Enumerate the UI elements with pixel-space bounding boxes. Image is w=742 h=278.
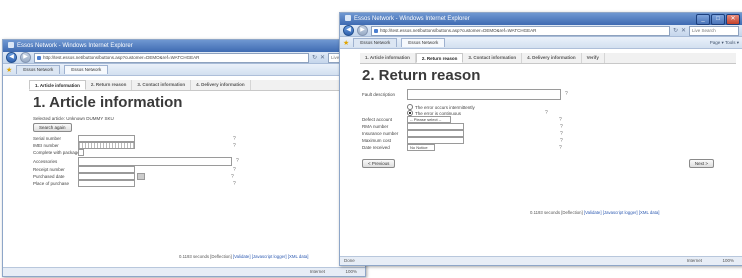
browser-window-article: Essos Network - Windows Internet Explore…: [2, 39, 366, 277]
browser-tab[interactable]: Essos Network: [64, 65, 109, 74]
stop-icon[interactable]: ✕: [320, 54, 325, 61]
step-4[interactable]: 4. Delivery information: [522, 53, 582, 63]
previous-button[interactable]: < Previous: [362, 159, 396, 168]
validate-link[interactable]: [Validate]: [584, 210, 602, 215]
place-of-purchase-input[interactable]: [78, 180, 135, 187]
field-label: Receipt number: [33, 167, 65, 172]
receipt-number-input[interactable]: [78, 166, 135, 173]
title-bar: Essos Network - Windows Internet Explore…: [340, 13, 742, 25]
favorites-tab[interactable]: Essos Network: [16, 65, 61, 74]
favorites-star-icon[interactable]: ★: [6, 66, 12, 74]
address-input[interactable]: http://test.essos.net/buttons/buttons.as…: [34, 52, 309, 63]
window-controls: _ □ ✕: [696, 14, 740, 25]
purchased-date-input[interactable]: [78, 173, 135, 180]
browser-window-return: Essos Network - Windows Internet Explore…: [339, 12, 742, 266]
refresh-icon[interactable]: ↻: [673, 27, 678, 34]
footer-info: 0.1193 seconds [Deflection] [Validate] […: [179, 254, 309, 259]
step-1[interactable]: 1. Article information: [360, 53, 416, 63]
field-label: Insurance number: [362, 131, 399, 136]
page-tools-menu[interactable]: Page ▾ Tools ▾: [710, 40, 739, 46]
wizard-steps: 1. Article information 2. Return reason …: [360, 53, 736, 64]
xml-data-link[interactable]: [XML data]: [288, 254, 309, 259]
date-received-select[interactable]: No Notice: [407, 144, 435, 151]
maximum-cost-input[interactable]: [407, 137, 464, 144]
wizard-steps: 1. Article information 2. Return reason …: [29, 80, 359, 91]
validate-link[interactable]: [Validate]: [233, 254, 251, 259]
zoom-level[interactable]: 100%: [345, 268, 357, 276]
forward-button[interactable]: ▶: [20, 52, 31, 63]
field-label: Fault description: [362, 91, 396, 97]
field-label: Defect account: [362, 117, 393, 122]
ie-icon: [345, 15, 351, 21]
maximize-icon[interactable]: □: [711, 14, 725, 25]
step-3[interactable]: 3. Contact information: [132, 80, 192, 90]
zoom-level[interactable]: 100%: [722, 257, 734, 265]
footer-info: 0.1193 seconds [Deflection] [Validate] […: [530, 210, 660, 215]
xml-data-link[interactable]: [XML data]: [639, 210, 660, 215]
refresh-icon[interactable]: ↻: [312, 54, 317, 61]
field-label: Complete with package: [33, 150, 80, 155]
address-bar: ◀ ▶ http://test.essos.net/buttons/button…: [340, 25, 742, 37]
imei-number-input[interactable]: [78, 142, 135, 149]
fault-description-input[interactable]: [407, 88, 561, 100]
status-bar: Internet 100%: [3, 267, 365, 276]
back-button[interactable]: ◀: [6, 52, 17, 63]
field-label: Accessories: [33, 158, 58, 164]
address-input[interactable]: http://test.essos.net/buttons/buttons.as…: [371, 25, 670, 36]
field-label: IMEI number: [33, 143, 59, 148]
field-label: Purchased date: [33, 174, 65, 179]
field-label: Date received: [362, 145, 390, 150]
field-label: Serial number: [33, 136, 62, 141]
package-checkbox[interactable]: [78, 149, 84, 156]
favorites-star-icon[interactable]: ★: [343, 39, 349, 47]
search-input[interactable]: Live Search: [689, 25, 739, 36]
status-bar: Done Internet 100%: [340, 256, 742, 265]
title-bar: Essos Network - Windows Internet Explore…: [3, 40, 365, 52]
next-button[interactable]: Next >: [688, 159, 714, 168]
internet-zone: Internet: [309, 269, 325, 274]
rma-number-input[interactable]: [407, 123, 464, 130]
step-2[interactable]: 2. Return reason: [415, 53, 464, 63]
js-logger-link[interactable]: [Javascript logger]: [252, 254, 287, 259]
step-5[interactable]: Verify: [582, 53, 605, 63]
selected-article-text: Selected article: Unknown DUMMY SKU: [33, 116, 114, 121]
back-button[interactable]: ◀: [343, 25, 354, 36]
step-4[interactable]: 4. Delivery information: [191, 80, 251, 90]
accessories-input[interactable]: [78, 156, 232, 166]
tabs-bar: ★ Essos Network Essos Network Page ▾ Too…: [340, 37, 742, 49]
defect-account-select[interactable]: -- Please select --: [407, 116, 451, 123]
search-again-button[interactable]: Search again: [33, 122, 72, 132]
serial-number-input[interactable]: [78, 135, 135, 142]
internet-zone: Internet: [686, 258, 702, 263]
tabs-bar: ★ Essos Network Essos Network ⌂ ▾: [3, 64, 365, 76]
step-2[interactable]: 2. Return reason: [86, 80, 133, 90]
field-label: Maximum cost: [362, 138, 392, 143]
step-3[interactable]: 3. Contact information: [463, 53, 523, 63]
js-logger-link[interactable]: [Javascript logger]: [603, 210, 638, 215]
address-bar: ◀ ▶ http://test.essos.net/buttons/button…: [3, 52, 365, 64]
minimize-icon[interactable]: _: [696, 14, 710, 25]
field-label: Place of purchase: [33, 181, 70, 186]
page-title: 2. Return reason: [362, 67, 481, 84]
field-label: RMA number: [362, 124, 389, 129]
insurance-number-input[interactable]: [407, 130, 464, 137]
browser-tab[interactable]: Essos Network: [401, 38, 446, 47]
step-1[interactable]: 1. Article information: [29, 80, 86, 90]
calendar-icon[interactable]: [137, 173, 145, 180]
page-title: 1. Article information: [33, 94, 183, 111]
ie-icon: [8, 42, 14, 48]
favorites-tab[interactable]: Essos Network: [353, 38, 398, 47]
close-icon[interactable]: ✕: [726, 14, 740, 25]
forward-button[interactable]: ▶: [357, 25, 368, 36]
status-text: Done: [344, 258, 355, 263]
stop-icon[interactable]: ✕: [681, 27, 686, 34]
